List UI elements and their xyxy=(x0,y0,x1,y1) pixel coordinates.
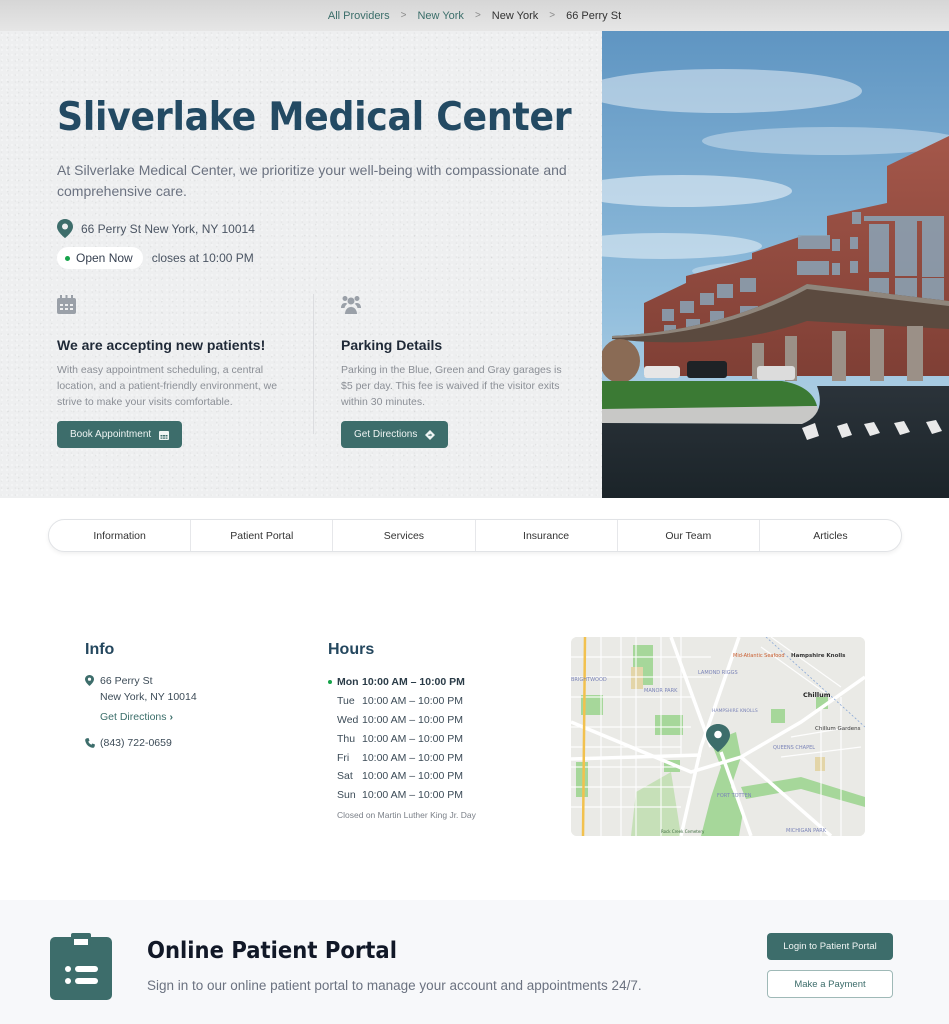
hours-day: Tue xyxy=(337,695,355,708)
get-directions-button[interactable]: Get Directions xyxy=(341,421,449,448)
hero-address-text: 66 Perry St New York, NY 10014 xyxy=(81,221,255,236)
map-label: LAMOND RIGGS xyxy=(698,670,738,676)
map-label: Mid-Atlantic Seafood xyxy=(733,653,785,659)
info-get-directions-link[interactable]: Get Directions › xyxy=(100,711,173,723)
hours-time: 10:00 AM – 10:00 PM xyxy=(362,770,463,783)
breadcrumb-separator: > xyxy=(474,10,481,21)
patient-portal-section: Online Patient Portal Sign in to our onl… xyxy=(0,900,949,1024)
hours-day: Sat xyxy=(337,770,353,783)
people-icon xyxy=(341,296,361,314)
tab-insurance[interactable]: Insurance xyxy=(476,520,618,551)
map-label: BRIGHTWOOD xyxy=(571,677,607,683)
parking-heading: Parking Details xyxy=(341,337,443,353)
hours-time: 10:00 AM – 10:00 PM xyxy=(362,695,463,708)
clipboard-list-icon xyxy=(50,933,112,1000)
hours-note: Closed on Martin Luther King Jr. Day xyxy=(337,810,476,820)
map-label: Rock Creek Cemetery xyxy=(661,829,705,834)
map-label: Chillum xyxy=(803,691,831,699)
chevron-right-icon: › xyxy=(169,711,173,723)
get-directions-label: Get Directions xyxy=(354,429,418,440)
status-badge-label: Open Now xyxy=(76,251,133,265)
map-label: FORT TOTTEN xyxy=(717,793,752,799)
hours-day: Fri xyxy=(337,751,350,764)
hours-row-wed: Wed 10:00 AM – 10:00 PM xyxy=(328,711,465,730)
map-pin-icon xyxy=(85,675,94,686)
hours-day: Sun xyxy=(337,789,356,802)
hours-row-sat: Sat 10:00 AM – 10:00 PM xyxy=(328,767,465,786)
status-badge: Open Now xyxy=(57,247,143,269)
phone-icon xyxy=(85,738,95,748)
hero-content: Sliverlake Medical Center At Silverlake … xyxy=(0,31,602,498)
tab-information[interactable]: Information xyxy=(49,520,192,551)
make-payment-button[interactable]: Make a Payment xyxy=(767,970,893,998)
hero-description: At Silverlake Medical Center, we priorit… xyxy=(57,162,567,199)
hospital-photo-illustration xyxy=(602,31,949,498)
hours-row-sun: Sun 10:00 AM – 10:00 PM xyxy=(328,786,465,805)
new-patients-text: With easy appointment scheduling, a cent… xyxy=(57,364,278,408)
tab-our-team[interactable]: Our Team xyxy=(618,520,760,551)
info-phone-number: (843) 722-0659 xyxy=(100,737,172,749)
map-canvas: Hampshire Knolls Chillum Chillum Gardens… xyxy=(571,637,865,836)
page-title: Sliverlake Medical Center xyxy=(57,95,572,140)
breadcrumb: All Providers > New York > New York > 66… xyxy=(0,0,949,31)
info-get-directions-label: Get Directions xyxy=(100,711,167,723)
map-label: MANOR PARK xyxy=(644,688,678,694)
parking-card: Parking Details Parking in the Blue, Gre… xyxy=(341,295,581,448)
info-address: 66 Perry St New York, NY 10014 xyxy=(85,673,197,705)
hours-time: 10:00 AM – 10:00 PM xyxy=(362,751,463,764)
breadcrumb-separator: > xyxy=(400,10,407,21)
map-label: MICHIGAN PARK xyxy=(786,828,827,834)
hours-day: Mon xyxy=(337,676,359,689)
new-patients-card: We are accepting new patients! With easy… xyxy=(57,295,297,448)
location-map[interactable]: Hampshire Knolls Chillum Chillum Gardens… xyxy=(571,637,865,836)
info-address-line1: 66 Perry St xyxy=(100,675,153,687)
hours-row-tue: Tue 10:00 AM – 10:00 PM xyxy=(328,692,465,711)
calendar-icon xyxy=(57,295,76,314)
hours-time: 10:00 AM – 10:00 PM xyxy=(362,676,465,689)
hours-time: 10:00 AM – 10:00 PM xyxy=(362,789,463,802)
hero-address: 66 Perry St New York, NY 10014 xyxy=(57,219,255,238)
card-divider xyxy=(313,294,314,434)
closing-time: closes at 10:00 PM xyxy=(151,251,254,265)
breadcrumb-all-providers[interactable]: All Providers xyxy=(328,10,390,22)
login-patient-portal-button[interactable]: Login to Patient Portal xyxy=(767,933,893,960)
tab-services[interactable]: Services xyxy=(333,520,476,551)
map-label: QUEENS CHAPEL xyxy=(773,745,815,751)
new-patients-heading: We are accepting new patients! xyxy=(57,337,266,353)
hours-time: 10:00 AM – 10:00 PM xyxy=(362,713,463,726)
directions-icon xyxy=(425,429,436,440)
breadcrumb-separator: > xyxy=(549,10,556,21)
breadcrumb-new-york-state[interactable]: New York xyxy=(417,10,463,22)
map-label: HAMPSHIRE KNOLLS xyxy=(712,708,758,714)
hours-row-fri: Fri 10:00 AM – 10:00 PM xyxy=(328,748,465,767)
hours-table: Mon 10:00 AM – 10:00 PM Tue 10:00 AM – 1… xyxy=(328,673,465,805)
map-pin-icon xyxy=(57,219,73,238)
hours-heading: Hours xyxy=(328,641,375,658)
portal-title: Online Patient Portal xyxy=(147,938,397,964)
hospital-building-photo xyxy=(602,31,949,498)
parking-text: Parking in the Blue, Green and Gray gara… xyxy=(341,364,562,408)
hours-row-mon: Mon 10:00 AM – 10:00 PM xyxy=(328,673,465,692)
info-address-line2: New York, NY 10014 xyxy=(100,691,197,703)
calendar-icon xyxy=(159,430,170,440)
breadcrumb-new-york-city: New York xyxy=(491,9,539,22)
section-tabs: Information Patient Portal Services Insu… xyxy=(48,519,902,552)
hours-day: Wed xyxy=(337,713,359,726)
map-label: Hampshire Knolls xyxy=(791,653,846,659)
hero-section: Sliverlake Medical Center At Silverlake … xyxy=(0,31,949,498)
info-phone[interactable]: (843) 722-0659 xyxy=(85,737,172,749)
breadcrumb-current: 66 Perry St xyxy=(566,9,622,22)
map-label: Chillum Gardens xyxy=(815,726,861,732)
hours-day: Thu xyxy=(337,732,356,745)
info-heading: Info xyxy=(85,641,115,658)
book-appointment-button[interactable]: Book Appointment xyxy=(57,421,183,448)
status-dot-icon xyxy=(65,255,70,261)
open-status: Open Now closes at 10:00 PM xyxy=(57,247,254,269)
portal-description: Sign in to our online patient portal to … xyxy=(147,978,642,993)
hours-time: 10:00 AM – 10:00 PM xyxy=(362,732,463,745)
hours-row-thu: Thu 10:00 AM – 10:00 PM xyxy=(328,729,465,748)
book-appointment-label: Book Appointment xyxy=(70,429,152,440)
tab-articles[interactable]: Articles xyxy=(760,520,901,551)
tab-patient-portal[interactable]: Patient Portal xyxy=(191,520,334,551)
